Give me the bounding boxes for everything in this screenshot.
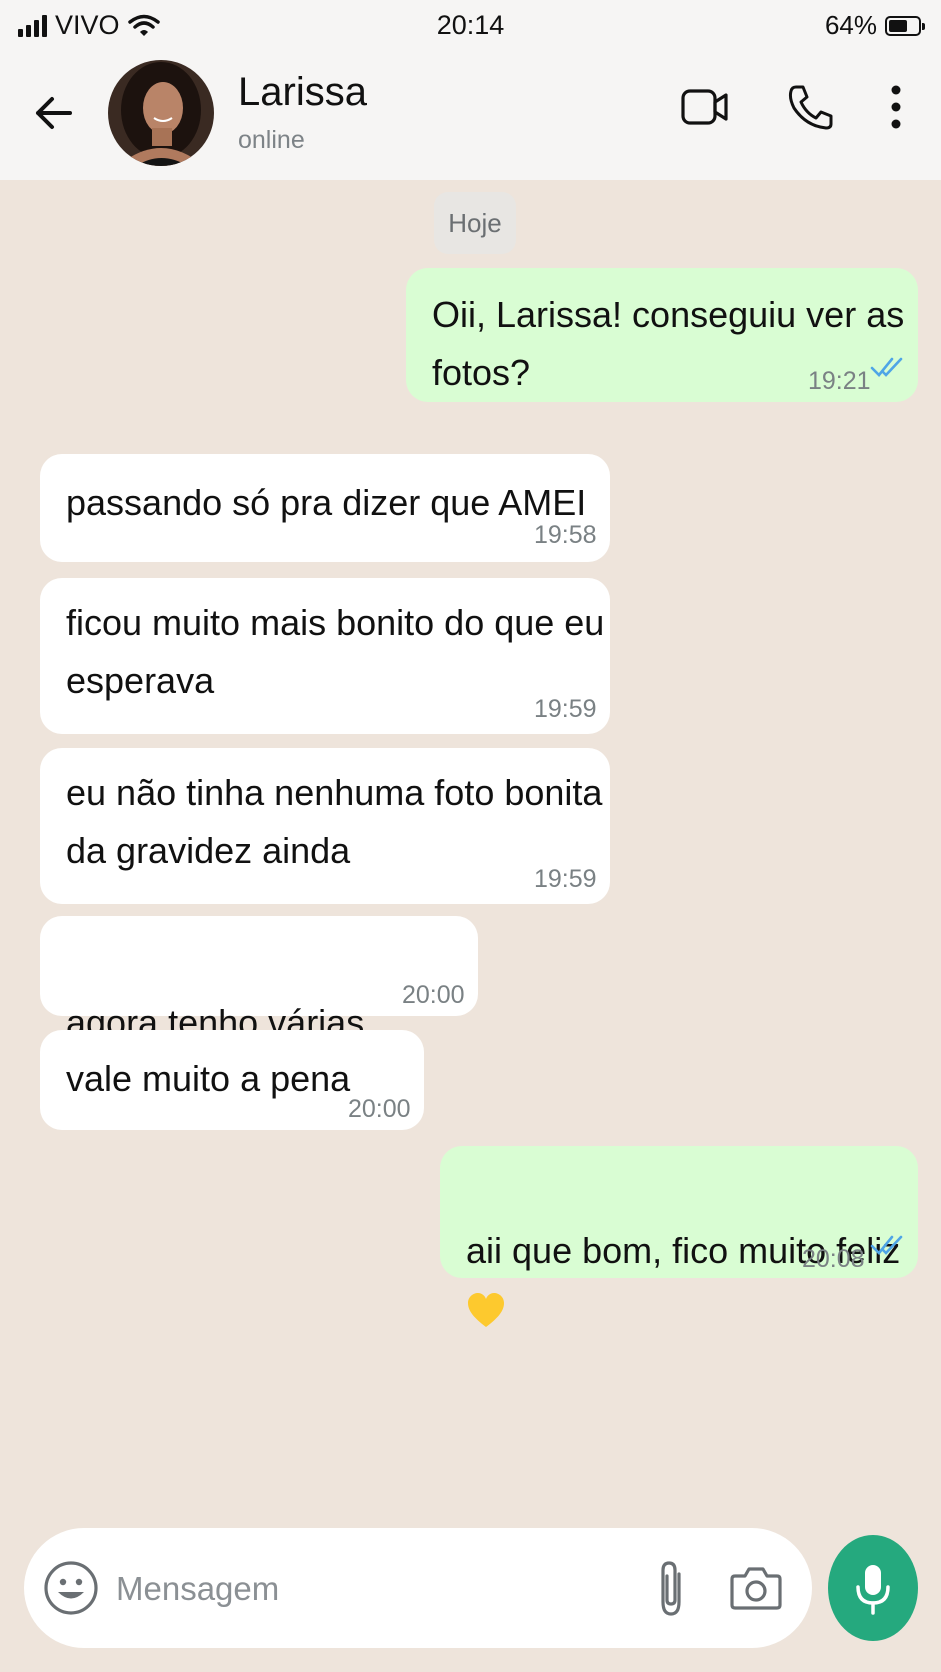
video-call-icon[interactable] [680,82,730,132]
double-check-icon [870,1235,903,1255]
contact-avatar[interactable] [108,60,214,166]
message-bubble-outgoing[interactable]: aii que bom, fico muito feliz 20:08 [440,1146,918,1328]
double-check-icon [870,357,903,377]
battery-icon [885,15,925,36]
microphone-icon [856,1565,890,1615]
status-right: 64% [824,10,925,41]
message-text: eu não tinha nenhuma foto bonita da grav… [66,772,603,871]
paperclip-icon[interactable] [646,1558,696,1620]
microphone-button[interactable] [828,1535,918,1641]
message-bubble-outgoing[interactable]: Oii, Larissa! conseguiu ver as fotos? 19… [406,268,918,402]
back-arrow-icon[interactable] [30,90,76,136]
battery-percent: 64% [824,10,877,40]
message-time: 20:00 [348,1095,411,1123]
message-bubble-incoming[interactable]: ficou muito mais bonito do que eu espera… [40,578,610,734]
message-bubble-incoming[interactable]: eu não tinha nenhuma foto bonita da grav… [40,748,610,904]
contact-status: online [238,126,305,154]
message-time: 20:00 [402,981,465,1009]
message-time: 19:59 [534,865,597,893]
message-bubble-incoming[interactable]: agora tenho várias 20:00 [40,916,478,1102]
status-bar: VIVO 20:14 64% [0,0,941,52]
message-time: 19:21 [808,367,871,395]
phone-icon[interactable] [786,82,834,132]
date-chip: Hoje [434,192,516,254]
status-time: 20:14 [436,10,505,40]
message-text: vale muito a pena [66,1058,351,1099]
yellow-heart-emoji-icon [468,1293,504,1328]
message-text: passando só pra dizer que AMEI [66,482,587,523]
message-bubble-incoming[interactable]: passando só pra dizer que AMEI 19:58 [40,454,610,562]
camera-icon[interactable] [730,1562,782,1612]
message-bubble-incoming[interactable]: vale muito a pena 20:00 [40,1030,424,1130]
chat-header: Larissa online [0,52,941,180]
emoji-smiley-icon[interactable] [42,1559,100,1617]
message-input[interactable] [114,1562,618,1616]
message-text: ficou muito mais bonito do que eu espera… [66,602,605,701]
contact-name[interactable]: Larissa [238,70,367,115]
chat-area[interactable]: Hoje Oii, Larissa! conseguiu ver as foto… [0,180,941,1672]
message-input-bar [24,1528,812,1648]
message-time: 20:08 [802,1245,865,1273]
menu-kebab-icon[interactable] [874,82,918,132]
message-time: 19:59 [534,695,597,723]
message-time: 19:58 [534,521,597,549]
